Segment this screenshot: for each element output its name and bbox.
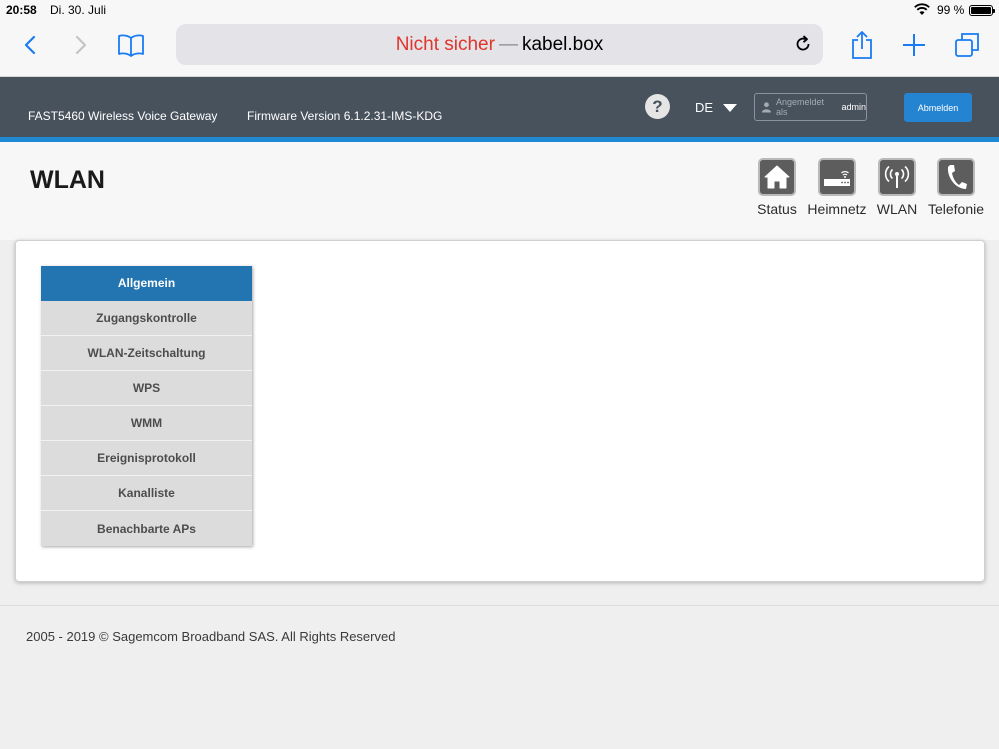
wifi-icon [914, 3, 930, 15]
logged-in-field: Angemeldet als admin [754, 93, 867, 121]
nav-telefonie[interactable]: Telefonie [926, 158, 986, 217]
menu-item-wlan-zeitschaltung[interactable]: WLAN-Zeitschaltung [41, 336, 252, 371]
menu-item-zugangskontrolle[interactable]: Zugangskontrolle [41, 301, 252, 336]
url-bar[interactable]: Nicht sicher — kabel.box [176, 24, 823, 65]
nav-status[interactable]: Status [747, 158, 807, 217]
tabs-button[interactable] [949, 20, 985, 70]
nav-wlan-label: WLAN [876, 201, 918, 217]
language-select[interactable]: DE [695, 100, 738, 115]
nav-heimnetz-label: Heimnetz [807, 201, 867, 217]
language-value: DE [695, 100, 714, 115]
footer-divider [0, 605, 999, 606]
battery-percent: 99 % [937, 3, 965, 17]
reload-icon[interactable] [793, 34, 813, 54]
content-card: Allgemein Zugangskontrolle WLAN-Zeitscha… [15, 240, 985, 582]
menu-item-allgemein[interactable]: Allgemein [41, 266, 252, 301]
back-button[interactable] [12, 20, 48, 70]
menu-item-kanalliste[interactable]: Kanalliste [41, 476, 252, 511]
status-bar: 20:58 Di. 30. Juli 99 % [0, 0, 999, 20]
router-header: FAST5460 Wireless Voice Gateway Firmware… [0, 77, 999, 137]
tabs-icon [955, 33, 979, 57]
url-separator: — [498, 33, 518, 55]
share-icon [852, 31, 872, 59]
new-tab-button[interactable] [896, 20, 932, 70]
help-icon[interactable]: ? [645, 94, 670, 119]
chevron-down-icon [723, 103, 738, 112]
nav-status-label: Status [757, 201, 797, 217]
phone-icon [947, 165, 967, 189]
user-icon [761, 102, 772, 113]
wifi-antenna-icon [884, 165, 910, 188]
footer-copyright: 2005 - 2019 © Sagemcom Broadband SAS. Al… [26, 629, 396, 644]
nav-heimnetz[interactable]: Heimnetz [807, 158, 867, 217]
home-icon [764, 165, 790, 189]
battery-icon [969, 5, 995, 16]
menu-item-ereignisprotokoll[interactable]: Ereignisprotokoll [41, 441, 252, 476]
status-date: Di. 30. Juli [50, 3, 107, 17]
wlan-side-menu: Allgemein Zugangskontrolle WLAN-Zeitscha… [41, 266, 252, 546]
nav-wlan[interactable]: WLAN [867, 158, 927, 217]
forward-button[interactable] [63, 20, 99, 70]
nav-telefonie-label: Telefonie [927, 201, 985, 217]
menu-item-benachbarte-aps[interactable]: Benachbarte APs [41, 511, 252, 546]
page-title: WLAN [30, 166, 105, 194]
bookmarks-icon [118, 34, 144, 57]
status-time: 20:58 [6, 3, 37, 17]
menu-item-wmm[interactable]: WMM [41, 406, 252, 441]
bookmarks-button[interactable] [113, 20, 149, 70]
device-model: FAST5460 Wireless Voice Gateway [28, 109, 218, 123]
login-placeholder: Angemeldet als [775, 97, 824, 117]
firmware-version: Firmware Version 6.1.2.31-IMS-KDG [247, 109, 443, 123]
logout-button[interactable]: Abmelden [904, 93, 972, 122]
forward-icon [75, 35, 87, 55]
menu-item-wps[interactable]: WPS [41, 371, 252, 406]
share-button[interactable] [844, 20, 880, 70]
back-icon [24, 35, 36, 55]
title-bar: WLAN Status Heimnetz WLAN Telefonie [0, 142, 999, 240]
router-icon [824, 171, 850, 186]
url-insecure-warning: Nicht sicher [395, 33, 495, 55]
browser-toolbar: Nicht sicher — kabel.box [0, 20, 999, 77]
new-tab-icon [903, 34, 925, 56]
url-host: kabel.box [521, 33, 604, 55]
login-user: admin [841, 102, 866, 112]
